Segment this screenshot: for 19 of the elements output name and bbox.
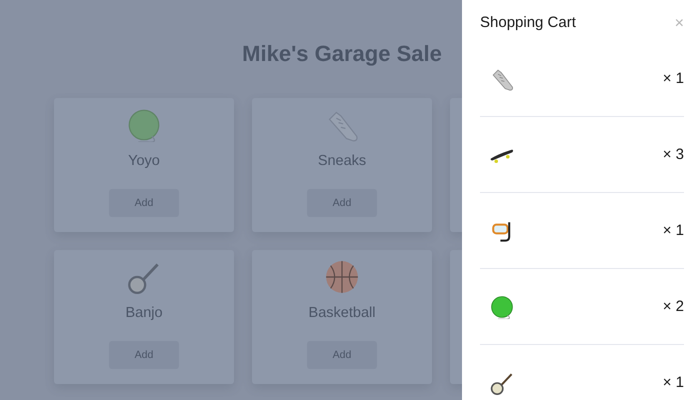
product-name: Banjo [125,304,163,322]
add-button[interactable]: Add [307,341,377,369]
item-quantity: × 1 [662,222,684,239]
item-quantity: × 3 [662,146,684,163]
product-name: Basketball [308,304,376,322]
basketball-icon [325,260,359,294]
cart-title: Shopping Cart [480,14,576,31]
item-quantity: × 1 [662,70,684,87]
add-button[interactable]: Add [307,189,377,217]
product-name: Yoyo [128,152,160,170]
close-button[interactable]: × [674,16,684,32]
page-title: Mike's Garage Sale [242,40,442,68]
add-button[interactable]: Add [109,341,179,369]
item-quantity: × 1 [662,374,684,391]
yoyo-icon [490,294,514,318]
item-quantity: × 2 [662,298,684,315]
yoyo-icon [127,108,161,142]
add-button[interactable]: Add [109,189,179,217]
product-name: Sneaks [318,152,366,170]
